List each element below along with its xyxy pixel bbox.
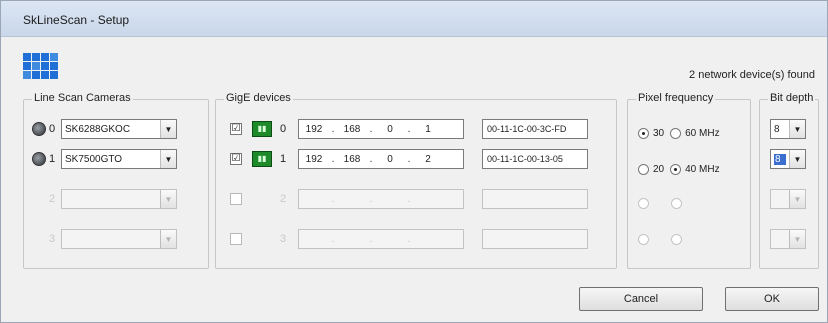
- mac-address-0: 00-11-1C-00-3C-FD: [482, 119, 588, 139]
- freq-radio-60[interactable]: [670, 127, 682, 139]
- camera-icon: [32, 122, 46, 136]
- gige-checkbox-1[interactable]: ☑: [230, 153, 242, 165]
- cancel-button[interactable]: Cancel: [579, 287, 703, 311]
- camera-select-value: SK7500GTO: [65, 153, 123, 165]
- bit-depth-row-2: ▼: [770, 188, 806, 210]
- ok-button[interactable]: OK: [725, 287, 819, 311]
- chevron-down-icon[interactable]: ▼: [160, 120, 176, 138]
- line-scan-label: Line Scan Cameras: [32, 92, 133, 104]
- camera-index: 2: [49, 193, 56, 205]
- ip-address-1[interactable]: 192. 168. 0. 2: [298, 149, 464, 169]
- gige-checkbox-0[interactable]: ☑: [230, 123, 242, 135]
- chevron-down-icon[interactable]: ▼: [789, 120, 805, 138]
- ip-octet: 2: [425, 153, 431, 165]
- chip-placeholder: [252, 191, 272, 207]
- pixel-frequency-label: Pixel frequency: [636, 92, 716, 104]
- gige-group: GigE devices ☑ ▮▮ 0 192. 168. 0. 1 00-11…: [215, 92, 617, 269]
- camera-select-0[interactable]: SK6288GKOC ▼: [61, 119, 177, 139]
- freq-row-0: 30 60 MHz: [638, 122, 726, 144]
- camera-icon: [32, 152, 46, 166]
- camera-row-1: 1 SK7500GTO ▼: [32, 148, 177, 170]
- freq-row-2: [638, 192, 692, 214]
- freq-row-3: [638, 228, 692, 250]
- chip-placeholder: [252, 231, 272, 247]
- network-chip-icon: ▮▮: [252, 151, 272, 167]
- camera-index: 1: [49, 153, 56, 165]
- bit-depth-value: 8: [774, 123, 780, 135]
- ip-octet: 168: [343, 153, 361, 165]
- window-title: SkLineScan - Setup: [23, 13, 130, 27]
- chevron-down-icon[interactable]: ▼: [789, 230, 805, 248]
- gige-index: 0: [280, 123, 287, 135]
- app-logo-icon: [23, 53, 58, 79]
- gige-index: 1: [280, 153, 287, 165]
- pixel-frequency-group: Pixel frequency 30 60 MHz 20 40 MHz: [627, 92, 751, 269]
- ip-address-3[interactable]: . . .: [298, 229, 464, 249]
- camera-select-2[interactable]: ▼: [61, 189, 177, 209]
- bit-depth-label: Bit depth: [768, 92, 816, 104]
- bit-depth-select-1[interactable]: 8 ▼: [770, 149, 806, 169]
- chevron-down-icon[interactable]: ▼: [160, 150, 176, 168]
- title-bar[interactable]: SkLineScan - Setup: [1, 1, 827, 37]
- chevron-down-icon[interactable]: ▼: [789, 190, 805, 208]
- mac-address-value: 00-11-1C-00-13-05: [487, 154, 563, 164]
- bit-depth-select-2[interactable]: ▼: [770, 189, 806, 209]
- camera-index: 3: [49, 233, 56, 245]
- camera-select-1[interactable]: SK7500GTO ▼: [61, 149, 177, 169]
- bit-depth-select-3[interactable]: ▼: [770, 229, 806, 249]
- camera-row-2: 2 ▼: [49, 188, 177, 210]
- gige-checkbox-2[interactable]: [230, 193, 242, 205]
- camera-row-3: 3 ▼: [49, 228, 177, 250]
- camera-select-value: SK6288GKOC: [65, 123, 131, 135]
- camera-select-3[interactable]: ▼: [61, 229, 177, 249]
- freq-radio-disabled[interactable]: [638, 197, 649, 209]
- freq-label: 20: [653, 163, 665, 175]
- camera-index: 0: [49, 123, 56, 135]
- bit-depth-value: 8: [774, 153, 786, 165]
- mac-address-2: [482, 189, 588, 209]
- devices-found-text: 2 network device(s) found: [689, 69, 815, 81]
- gige-row-1: ☑ ▮▮ 1 192. 168. 0. 2 00-11-1C-00-13-05: [230, 148, 588, 170]
- gige-checkbox-3[interactable]: [230, 233, 242, 245]
- freq-radio-20[interactable]: [638, 163, 649, 175]
- setup-window: SkLineScan - Setup 2 network device(s) f…: [0, 0, 828, 323]
- gige-label: GigE devices: [224, 92, 293, 104]
- chevron-down-icon[interactable]: ▼: [160, 190, 176, 208]
- ip-octet: 0: [387, 123, 393, 135]
- ip-octet: 192: [305, 153, 323, 165]
- ip-octet: 192: [305, 123, 323, 135]
- freq-row-1: 20 40 MHz: [638, 158, 726, 180]
- mac-address-value: 00-11-1C-00-3C-FD: [487, 124, 567, 134]
- chevron-down-icon[interactable]: ▼: [160, 230, 176, 248]
- freq-radio-disabled[interactable]: [638, 233, 649, 245]
- ip-octet: 0: [387, 153, 393, 165]
- freq-radio-30[interactable]: [638, 127, 649, 139]
- camera-row-0: 0 SK6288GKOC ▼: [32, 118, 177, 140]
- freq-label: 30: [653, 127, 665, 139]
- gige-row-0: ☑ ▮▮ 0 192. 168. 0. 1 00-11-1C-00-3C-FD: [230, 118, 588, 140]
- gige-index: 2: [280, 193, 287, 205]
- freq-radio-disabled[interactable]: [671, 197, 682, 209]
- bit-depth-row-1: 8 ▼: [770, 148, 806, 170]
- gige-index: 3: [280, 233, 287, 245]
- ip-address-2[interactable]: . . .: [298, 189, 464, 209]
- bit-depth-row-0: 8 ▼: [770, 118, 806, 140]
- line-scan-group: Line Scan Cameras 0 SK6288GKOC ▼ 1 SK750…: [23, 92, 209, 269]
- chevron-down-icon[interactable]: ▼: [789, 150, 805, 168]
- ip-address-0[interactable]: 192. 168. 0. 1: [298, 119, 464, 139]
- mac-address-3: [482, 229, 588, 249]
- freq-label: 40 MHz: [685, 163, 720, 175]
- bit-depth-group: Bit depth 8 ▼ 8 ▼ ▼ ▼: [759, 92, 819, 269]
- ip-octet: 168: [343, 123, 361, 135]
- bit-depth-row-3: ▼: [770, 228, 806, 250]
- ip-octet: 1: [425, 123, 431, 135]
- network-chip-icon: ▮▮: [252, 121, 272, 137]
- gige-row-2: 2 . . .: [230, 188, 588, 210]
- freq-radio-40[interactable]: [670, 163, 682, 175]
- mac-address-1: 00-11-1C-00-13-05: [482, 149, 588, 169]
- freq-radio-disabled[interactable]: [671, 233, 682, 245]
- gige-row-3: 3 . . .: [230, 228, 588, 250]
- bit-depth-select-0[interactable]: 8 ▼: [770, 119, 806, 139]
- freq-label: 60 MHz: [685, 127, 720, 139]
